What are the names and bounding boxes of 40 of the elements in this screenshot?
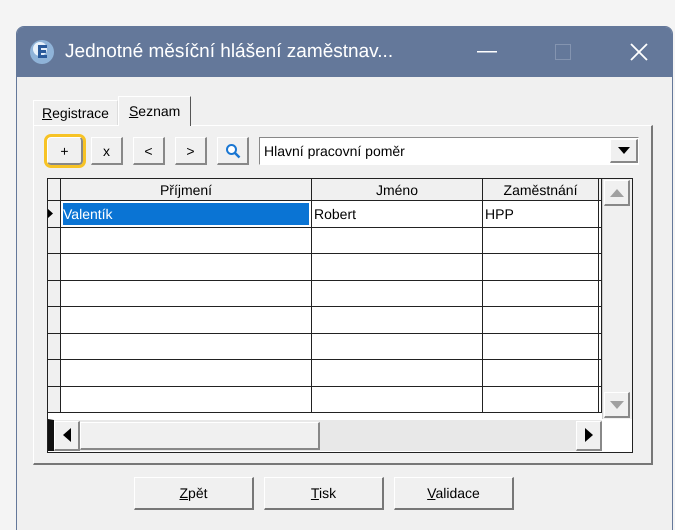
scroll-left-icon [62,428,70,442]
row-selector[interactable] [48,334,61,360]
row-selector[interactable] [48,280,61,307]
dialog-button[interactable]: Zpět [134,477,254,510]
dialog-button[interactable]: Tisk [264,477,384,510]
table-cell: Valentík [61,201,312,228]
caret-icon [618,147,630,154]
row-selector[interactable] [48,201,61,228]
column-header[interactable]: Jméno [312,179,483,201]
toolbar-button[interactable]: > [175,137,207,165]
filter-dropdown[interactable]: Hlavní pracovní poměr [259,137,639,165]
row-selector[interactable] [48,307,61,334]
table-cell: HPP [483,201,599,228]
search-icon [224,142,240,158]
table-cell: Robert [312,201,483,228]
scroll-up-icon [610,188,624,196]
dialog-button[interactable]: Validace [394,477,514,510]
window-title: Jednotné měsíční hlášení zaměstnav... [65,41,394,63]
vertical-scrollbar[interactable] [602,179,632,419]
minimize-icon [477,51,497,53]
close-icon [630,43,648,61]
row-selector[interactable] [48,386,61,413]
row-selector[interactable] [48,360,61,386]
tab[interactable]: Seznam [118,96,192,126]
column-header[interactable] [599,179,602,201]
column-header[interactable]: Příjmení [61,179,312,201]
toolbar-button[interactable]: + [47,137,83,165]
column-header[interactable]: Zaměstnání [483,179,599,201]
horizontal-scrollbar[interactable] [48,419,602,451]
scroll-right-icon [584,428,592,442]
search-button[interactable] [217,137,249,165]
tab[interactable]: Registrace [33,100,118,125]
row-selector[interactable] [48,228,61,254]
maximize-icon [555,44,571,60]
toolbar-button[interactable]: < [133,137,165,165]
toolbar-button[interactable]: x [91,137,123,165]
scroll-down-icon [610,400,624,408]
row-selector[interactable] [48,254,61,280]
current-row-icon [48,209,53,218]
app-icon [29,39,55,65]
